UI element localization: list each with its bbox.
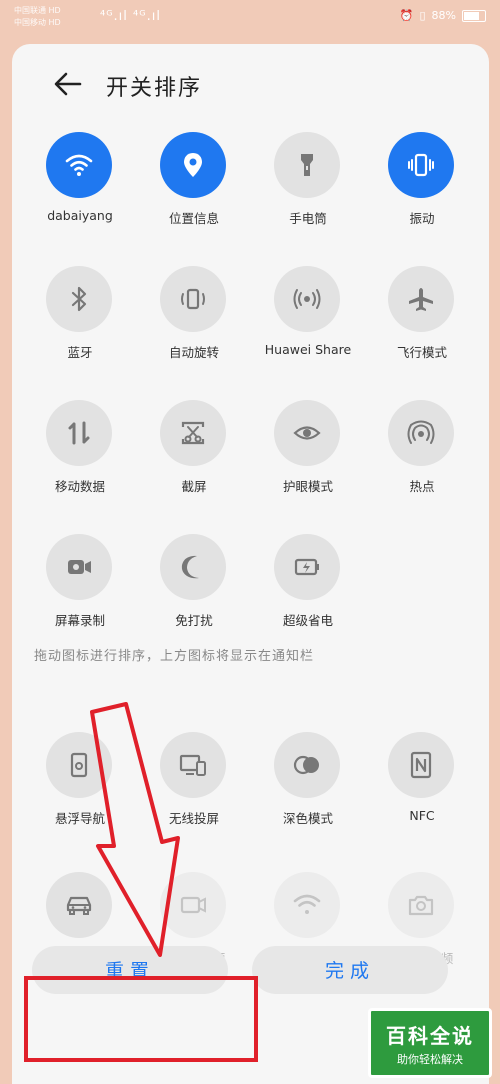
toggle-2-button[interactable]	[160, 132, 226, 198]
signal-icon: ⁴ᴳ.ıl ⁴ᴳ.ıl	[100, 9, 161, 24]
floating-nav-icon	[70, 752, 88, 778]
toggle-6-button[interactable]	[160, 266, 226, 332]
reset-button[interactable]: 重置	[32, 946, 228, 994]
toggle-4[interactable]: 振动	[362, 132, 482, 262]
toggle-14-button[interactable]	[160, 534, 226, 600]
toggle-4-button[interactable]	[388, 132, 454, 198]
extra-toggle-2[interactable]: 无线投屏	[134, 732, 254, 862]
alarm-icon: ⏰	[399, 9, 414, 22]
extra-toggle-5-button[interactable]	[46, 872, 112, 938]
battery-saver-icon	[294, 558, 319, 576]
vibrate-status-icon: ▯	[419, 9, 426, 22]
carrier-2: 中国移动 HD	[14, 18, 61, 27]
header: 开关排序	[12, 44, 489, 124]
video-camera-icon	[180, 896, 206, 914]
wifi-icon	[65, 154, 93, 176]
extra-toggle-7-button[interactable]	[274, 872, 340, 938]
eye-icon	[293, 426, 321, 440]
status-bar: 中国联通 HD 中国移动 HD ⁴ᴳ.ıl ⁴ᴳ.ıl ⏰ ▯ 88%	[0, 0, 500, 36]
toggle-7-button[interactable]	[274, 266, 340, 332]
bluetooth-icon	[71, 286, 87, 312]
battery-percent: 88%	[431, 9, 456, 22]
toggle-15-button[interactable]	[274, 534, 340, 600]
carrier-info: 中国联通 HD 中国移动 HD	[14, 5, 61, 29]
toggle-label: NFC	[409, 808, 435, 823]
watermark-title: 百科全说	[386, 1023, 474, 1048]
carrier-1: 中国联通 HD	[14, 6, 61, 15]
toggle-5-button[interactable]	[46, 266, 112, 332]
moon-icon	[181, 555, 199, 579]
watermark-subtitle: 助你轻松解决	[397, 1052, 463, 1066]
toggle-6[interactable]: 自动旋转	[134, 266, 254, 396]
back-arrow-icon[interactable]	[50, 66, 86, 102]
mobile-data-icon	[68, 421, 90, 445]
page-title: 开关排序	[106, 76, 203, 101]
toggle-3[interactable]: 手电筒	[248, 132, 368, 262]
wireless-projection-icon	[179, 754, 206, 776]
watermark: 百科全说 助你轻松解决	[368, 1008, 492, 1078]
airplane-icon	[409, 288, 433, 311]
toggle-10-button[interactable]	[160, 400, 226, 466]
toggle-8-button[interactable]	[388, 266, 454, 332]
toggle-12-button[interactable]	[388, 400, 454, 466]
nfc-icon	[410, 751, 432, 779]
dark-mode-icon	[293, 755, 319, 775]
extra-toggle-1[interactable]: 悬浮导航	[20, 732, 140, 862]
extra-toggle-4-button[interactable]	[388, 732, 454, 798]
battery-icon	[462, 9, 486, 22]
extra-toggle-3[interactable]: 深色模式	[248, 732, 368, 862]
toggle-3-button[interactable]	[274, 132, 340, 198]
hotspot-icon	[407, 420, 435, 444]
extra-toggle-2-button[interactable]	[160, 732, 226, 798]
toggle-7[interactable]: Huawei Share	[248, 266, 368, 396]
free-wifi-icon	[293, 894, 321, 914]
toggle-1-button[interactable]	[46, 132, 112, 198]
toggle-label: 热点	[409, 479, 435, 494]
toggle-9[interactable]: 移动数据	[20, 400, 140, 530]
flashlight-icon	[301, 154, 313, 176]
toggle-11[interactable]: 护眼模式	[248, 400, 368, 530]
car-icon	[66, 896, 92, 915]
toggle-label: 振动	[409, 211, 435, 226]
extra-toggle-6-button[interactable]	[160, 872, 226, 938]
camera-icon	[408, 895, 434, 916]
extra-toggle-3-button[interactable]	[274, 732, 340, 798]
toggle-12[interactable]: 热点	[362, 400, 482, 530]
done-button[interactable]: 完成	[252, 946, 448, 994]
toggle-label: 飞行模式	[396, 345, 447, 360]
extra-toggle-4[interactable]: NFC	[362, 732, 482, 862]
location-pin-icon	[184, 153, 202, 177]
toggle-5[interactable]: 蓝牙	[20, 266, 140, 396]
toggle-11-button[interactable]	[274, 400, 340, 466]
screenshot-icon	[181, 421, 205, 445]
toggle-13-button[interactable]	[46, 534, 112, 600]
toggle-8[interactable]: 飞行模式	[362, 266, 482, 396]
extra-toggle-1-button[interactable]	[46, 732, 112, 798]
screen-record-icon	[68, 560, 91, 574]
toggle-2[interactable]: 位置信息	[134, 132, 254, 262]
toggle-10[interactable]: 截屏	[134, 400, 254, 530]
status-right: ⏰ ▯ 88%	[400, 9, 486, 22]
extra-toggle-8-button[interactable]	[388, 872, 454, 938]
auto-rotate-icon	[181, 288, 205, 310]
vibrate-icon	[408, 153, 434, 177]
toggle-1[interactable]: dabaiyang	[20, 132, 140, 262]
toggle-9-button[interactable]	[46, 400, 112, 466]
sort-hint: 拖动图标进行排序，上方图标将显示在通知栏	[34, 649, 315, 664]
huawei-share-icon	[293, 289, 321, 309]
toggle-label: 超级省电	[282, 613, 333, 628]
